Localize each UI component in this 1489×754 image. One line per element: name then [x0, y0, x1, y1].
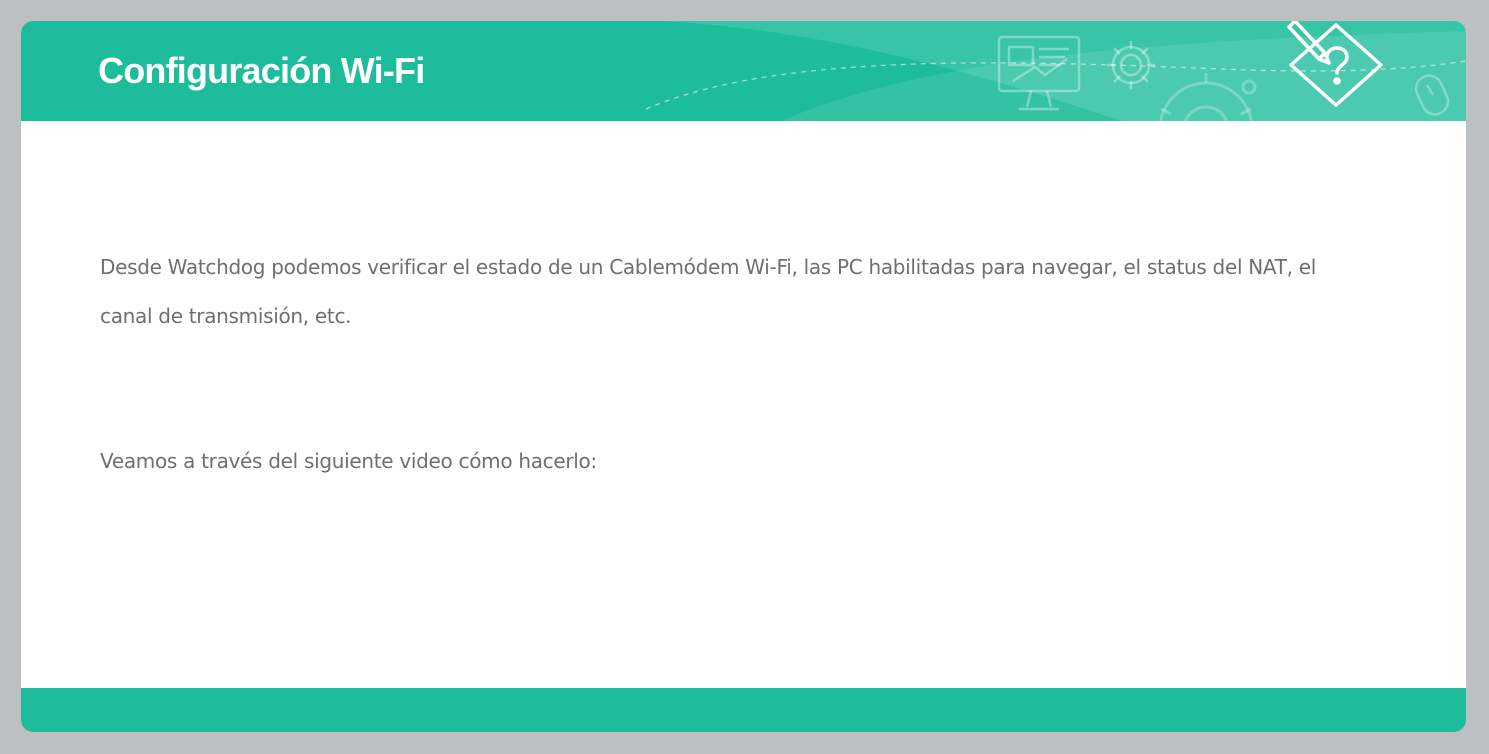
- content-card: Configuración Wi-Fi Desde Watchdog podem…: [21, 21, 1466, 732]
- footer-bar: [21, 688, 1466, 732]
- monitor-presentation-icon: [997, 35, 1081, 111]
- page-title: Configuración Wi-Fi: [98, 50, 425, 91]
- header-banner: Configuración Wi-Fi: [21, 21, 1466, 121]
- mouse-icon: [1414, 74, 1450, 116]
- description-paragraph: Desde Watchdog podemos verificar el esta…: [100, 255, 1317, 328]
- content-body: Desde Watchdog podemos verificar el esta…: [100, 243, 1360, 486]
- pencil-question-icon: [1287, 21, 1383, 107]
- large-gear-icon: [1159, 73, 1257, 121]
- video-intro-paragraph: Veamos a través del siguiente video cómo…: [100, 449, 597, 473]
